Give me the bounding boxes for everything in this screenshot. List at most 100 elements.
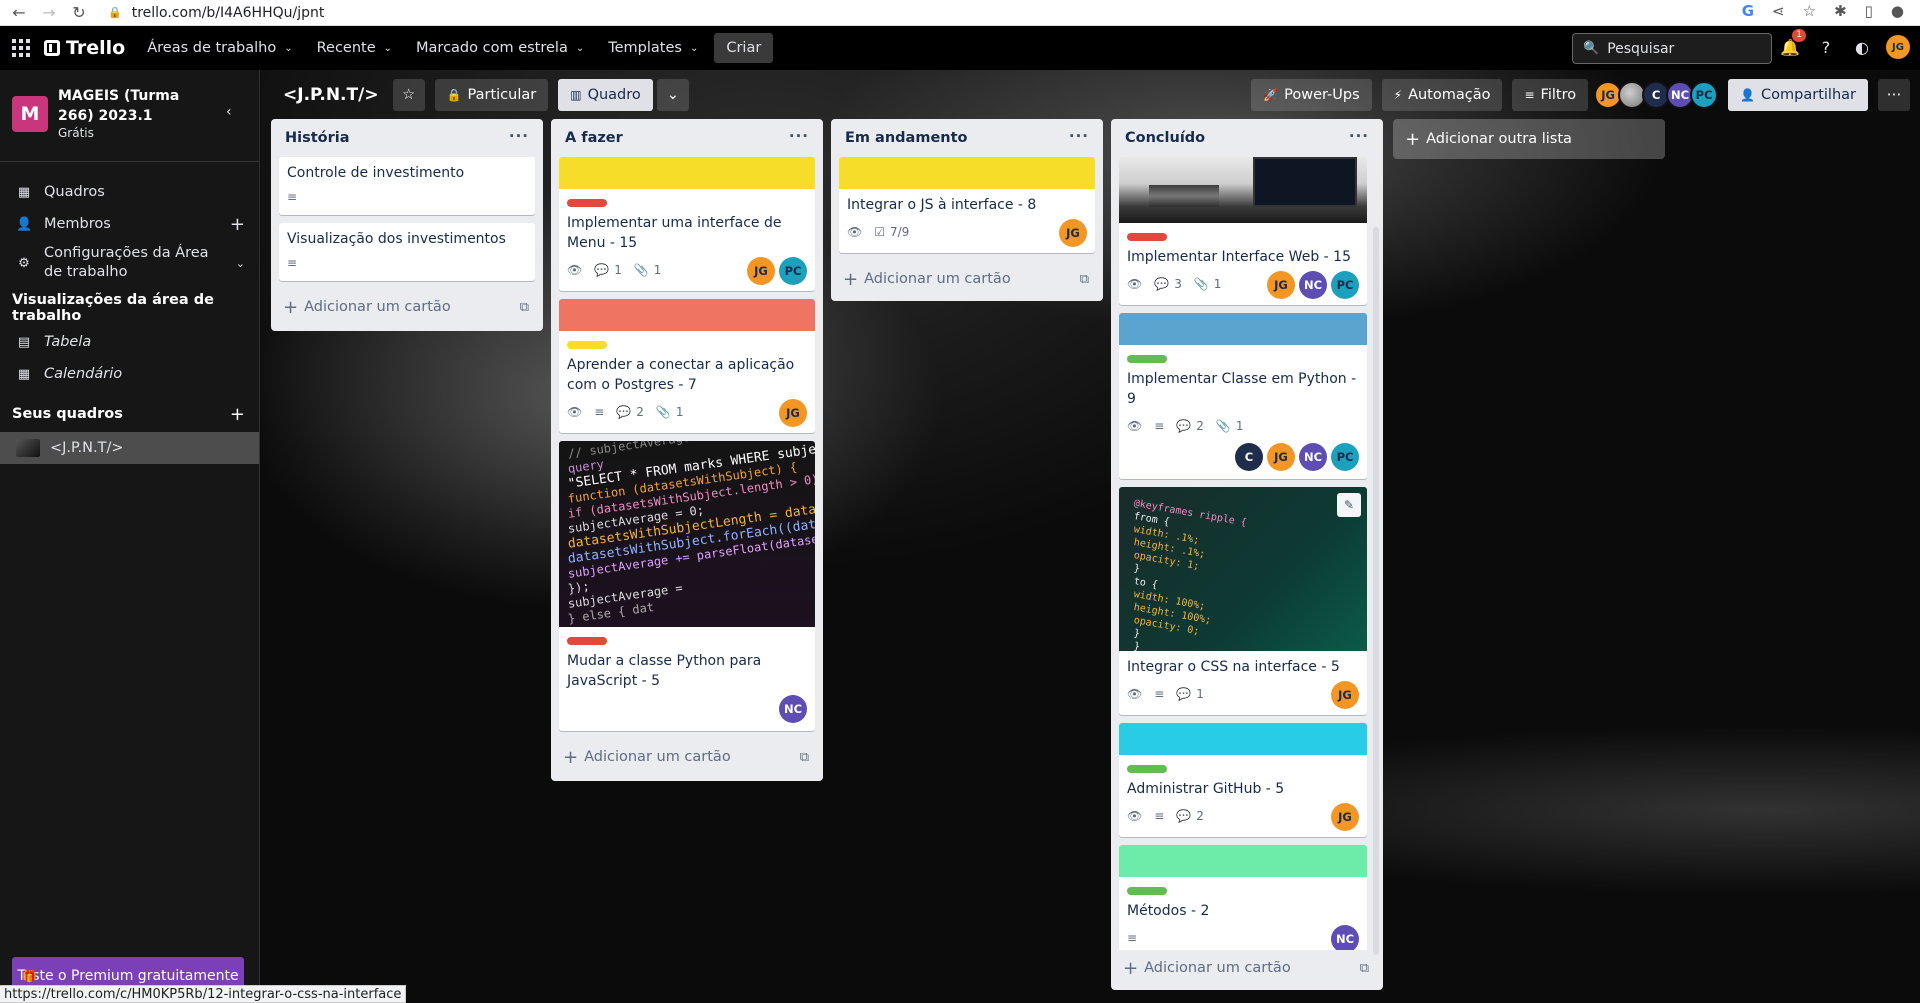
list-menu-icon[interactable]: ··· — [509, 127, 529, 145]
filter-button[interactable]: ≡ Filtro — [1512, 79, 1589, 111]
member-avatar-pc[interactable]: PC — [779, 257, 807, 285]
trello-header: Trello Áreas de trabalho ⌄ Recente ⌄ Marca… — [0, 26, 1920, 70]
workspace-name[interactable]: MAGEIS (Turma 266) 2023.1 — [58, 86, 218, 126]
card[interactable]: Aprender a conectar a aplicação com o Po… — [559, 299, 815, 433]
card-cover — [559, 157, 815, 189]
member-avatar-pc[interactable]: PC — [1690, 81, 1719, 109]
add-list-button[interactable]: + Adicionar outra lista — [1393, 119, 1665, 159]
profile-icon[interactable]: ● — [1891, 2, 1904, 20]
extensions-icon[interactable]: ✱ — [1834, 2, 1847, 20]
sidepanel-icon[interactable]: ▯ — [1865, 2, 1873, 20]
card[interactable]: @keyframes ripple { from { width: .1%; h… — [1119, 487, 1367, 715]
card[interactable]: Integrar o JS à interface - 8 👁 ☑ 7/9 JG — [839, 157, 1095, 253]
card[interactable]: Implementar uma interface de Menu - 15 👁… — [559, 157, 815, 291]
list-header[interactable]: Concluído ··· — [1111, 119, 1383, 157]
sidebar-item-members[interactable]: 👤 Membros + — [0, 208, 259, 240]
member-avatar-jg[interactable]: JG — [779, 399, 807, 427]
create-button[interactable]: Criar — [714, 33, 774, 63]
list-header[interactable]: História ··· — [271, 119, 543, 157]
member-avatar-jg[interactable]: JG — [1331, 803, 1359, 831]
member-avatar-nc[interactable]: NC — [1331, 925, 1359, 950]
star-button[interactable]: ☆ — [392, 79, 425, 111]
member-avatar-c[interactable]: C — [1235, 443, 1263, 471]
member-avatar-pc[interactable]: PC — [1331, 271, 1359, 299]
menu-workspaces[interactable]: Áreas de trabalho ⌄ — [135, 32, 304, 64]
add-card-button[interactable]: + Adicionar um cartão ⧉ — [831, 261, 1103, 297]
card-label[interactable] — [1127, 233, 1167, 241]
card-template-icon[interactable]: ⧉ — [1080, 272, 1089, 287]
add-card-button[interactable]: + Adicionar um cartão ⧉ — [551, 739, 823, 775]
user-avatar[interactable]: JG — [1886, 35, 1910, 59]
member-avatar-pc[interactable]: PC — [1331, 443, 1359, 471]
member-avatar-jg[interactable]: JG — [1331, 681, 1359, 709]
sidebar-item-table[interactable]: ▤ Tabela — [0, 326, 259, 358]
add-card-button[interactable]: + Adicionar um cartão ⧉ — [271, 289, 543, 325]
bookmark-star-icon[interactable]: ☆ — [1803, 2, 1816, 20]
list-menu-icon[interactable]: ··· — [789, 127, 809, 145]
list-menu-icon[interactable]: ··· — [1349, 127, 1369, 145]
card-template-icon[interactable]: ⧉ — [800, 750, 809, 765]
forward-icon[interactable]: → — [38, 3, 60, 22]
card[interactable]: Visualização dos investimentos ≡ — [279, 223, 535, 281]
card[interactable]: Controle de investimento ≡ — [279, 157, 535, 215]
add-card-button[interactable]: + Adicionar um cartão ⧉ — [1111, 950, 1383, 986]
member-avatar-jg[interactable]: JG — [1267, 271, 1295, 299]
add-board-icon[interactable]: + — [230, 404, 245, 425]
visibility-button[interactable]: 🔒 Particular — [434, 79, 549, 111]
google-icon[interactable]: G — [1742, 2, 1754, 20]
card-label[interactable] — [1127, 765, 1167, 773]
automation-button[interactable]: ⚡ Automação — [1381, 79, 1503, 111]
workspace-avatar[interactable]: M — [12, 96, 48, 132]
menu-recent[interactable]: Recente ⌄ — [305, 32, 404, 64]
board-title[interactable]: <J.P.N.T/> — [283, 85, 379, 105]
sidebar-board-jpnt[interactable]: <J.P.N.T/> — [0, 432, 259, 464]
lock-icon[interactable]: 🔒 — [108, 6, 122, 19]
card-label[interactable] — [1127, 355, 1167, 363]
card-template-icon[interactable]: ⧉ — [1360, 961, 1369, 976]
menu-starred[interactable]: Marcado com estrela ⌄ — [404, 32, 596, 64]
list-header[interactable]: A fazer ··· — [551, 119, 823, 157]
member-avatar-nc[interactable]: NC — [1299, 271, 1327, 299]
card[interactable]: Administrar GitHub - 5 👁 ≡ 💬 2 JG — [1119, 723, 1367, 837]
collapse-sidebar-icon[interactable]: ‹ — [226, 104, 232, 120]
card[interactable]: Implementar Interface Web - 15 👁 💬 3 📎 1 J… — [1119, 157, 1367, 305]
search-input[interactable]: 🔍 Pesquisar — [1572, 33, 1772, 64]
list-header[interactable]: Em andamento ··· — [831, 119, 1103, 157]
notifications-icon[interactable]: 🔔 1 — [1778, 29, 1806, 59]
views-dropdown-button[interactable]: ⌄ — [656, 79, 689, 111]
card-label[interactable] — [567, 341, 607, 349]
menu-templates[interactable]: Templates ⌄ — [596, 32, 710, 64]
card-label[interactable] — [567, 199, 607, 207]
board-view-button[interactable]: ▥ Quadro — [558, 79, 653, 111]
card-label[interactable] — [567, 637, 607, 645]
sidebar-item-boards[interactable]: ▦ Quadros — [0, 176, 259, 208]
sidebar-item-calendar[interactable]: ▦ Calendário — [0, 358, 259, 390]
add-member-icon[interactable]: + — [230, 214, 245, 235]
theme-icon[interactable]: ◐ — [1850, 35, 1874, 59]
member-avatar-jg[interactable]: JG — [1059, 219, 1087, 247]
card[interactable]: Métodos - 2 ≡ NC — [1119, 845, 1367, 950]
card-cover — [839, 157, 1095, 189]
member-avatar-jg[interactable]: JG — [747, 257, 775, 285]
trello-logo[interactable]: Trello — [44, 37, 125, 59]
edit-card-icon[interactable]: ✎ — [1337, 493, 1361, 517]
list-scrollbar[interactable] — [1373, 227, 1379, 955]
back-icon[interactable]: ← — [8, 3, 30, 22]
member-avatar-jg[interactable]: JG — [1267, 443, 1295, 471]
app-switcher-icon[interactable] — [12, 38, 32, 58]
share-icon[interactable]: ⋖ — [1772, 2, 1785, 20]
board-menu-button[interactable]: ⋯ — [1878, 79, 1910, 111]
card[interactable]: Implementar Classe em Python - 9 👁 ≡ 💬 2 … — [1119, 313, 1367, 479]
help-icon[interactable]: ? — [1814, 35, 1838, 59]
reload-icon[interactable]: ↻ — [68, 3, 90, 22]
member-avatar-nc[interactable]: NC — [1299, 443, 1327, 471]
address-bar[interactable]: trello.com/b/I4A6HHQu/jpnt — [132, 5, 325, 21]
card[interactable]: // subjectAverage query "SELECT * FROM m… — [559, 441, 815, 731]
sidebar-item-settings[interactable]: ⚙ Configurações da Área de trabalho ⌄ — [0, 240, 259, 286]
share-button[interactable]: 👤 Compartilhar — [1728, 79, 1868, 111]
card-template-icon[interactable]: ⧉ — [520, 300, 529, 315]
member-avatar-nc[interactable]: NC — [779, 695, 807, 723]
card-label[interactable] — [1127, 887, 1167, 895]
powerups-button[interactable]: 🚀 Power-Ups — [1251, 79, 1372, 111]
list-menu-icon[interactable]: ··· — [1069, 127, 1089, 145]
